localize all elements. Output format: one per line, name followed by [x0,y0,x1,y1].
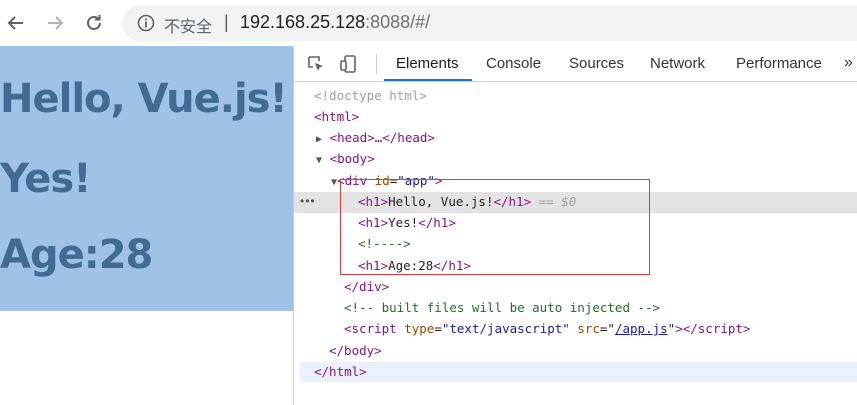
browser-toolbar: 不安全 | 192.168.25.128:8088/#/ [0,0,857,46]
tab-network[interactable]: Network [650,55,705,72]
built-comment-node[interactable]: <!-- built files will be auto injected -… [344,298,660,318]
app-root: Hello, Vue.js! Yes! Age:28 [0,46,293,311]
tab-elements[interactable]: Elements [396,55,459,72]
head-node[interactable]: ▶ <head>…</head> [316,128,435,148]
info-icon[interactable] [136,13,156,33]
url-port-path: :8088/#/ [365,12,431,32]
body-close-node[interactable]: </body> [329,341,382,361]
node-actions-icon[interactable]: ••• [300,194,316,208]
security-status: 不安全 [164,19,213,36]
html-close-node[interactable]: </html> [314,362,367,382]
div-close-node[interactable]: </div> [344,277,389,297]
body-node[interactable]: ▼ <body> [316,149,375,169]
annotation-box [340,179,650,275]
app-js-link[interactable]: /app.js [615,321,668,336]
expand-triangle-icon[interactable]: ▶ [316,134,322,145]
devtools-panel: Elements Console Sources Network Perform… [293,46,857,405]
tab-sources[interactable]: Sources [569,55,624,72]
address-bar[interactable]: 不安全 | 192.168.25.128:8088/#/ [122,5,857,41]
heading-hello: Hello, Vue.js! [0,76,288,122]
arrow-right-icon [48,16,64,30]
tab-console[interactable]: Console [486,55,541,72]
url-text[interactable]: 192.168.25.128:8088/#/ [240,12,430,33]
back-button[interactable] [6,13,26,33]
html-close-row [300,362,857,382]
doctype-node[interactable]: <!doctype html> [314,86,427,106]
more-tabs-button[interactable]: » [844,54,853,72]
reload-icon [87,15,101,30]
url-host: 192.168.25.128 [240,12,366,32]
heading-yes: Yes! [0,156,91,202]
toolbar-divider [376,54,377,74]
device-toolbar-icon[interactable] [338,54,358,74]
inspect-element-icon[interactable] [306,54,326,74]
active-tab-indicator [384,79,472,81]
devtools-tabbar: Elements Console Sources Network Perform… [294,46,857,82]
reload-button[interactable] [84,13,104,33]
script-node[interactable]: <script type="text/javascript" src="/app… [344,319,750,339]
html-node[interactable]: <html> [314,107,359,127]
address-separator: | [224,12,229,32]
page-viewport: Hello, Vue.js! Yes! Age:28 [0,46,293,405]
collapse-triangle-icon[interactable]: ▼ [316,155,322,166]
heading-age: Age:28 [0,232,153,278]
tab-performance[interactable]: Performance [736,55,822,72]
arrow-left-icon [7,16,23,30]
forward-button[interactable] [45,13,65,33]
